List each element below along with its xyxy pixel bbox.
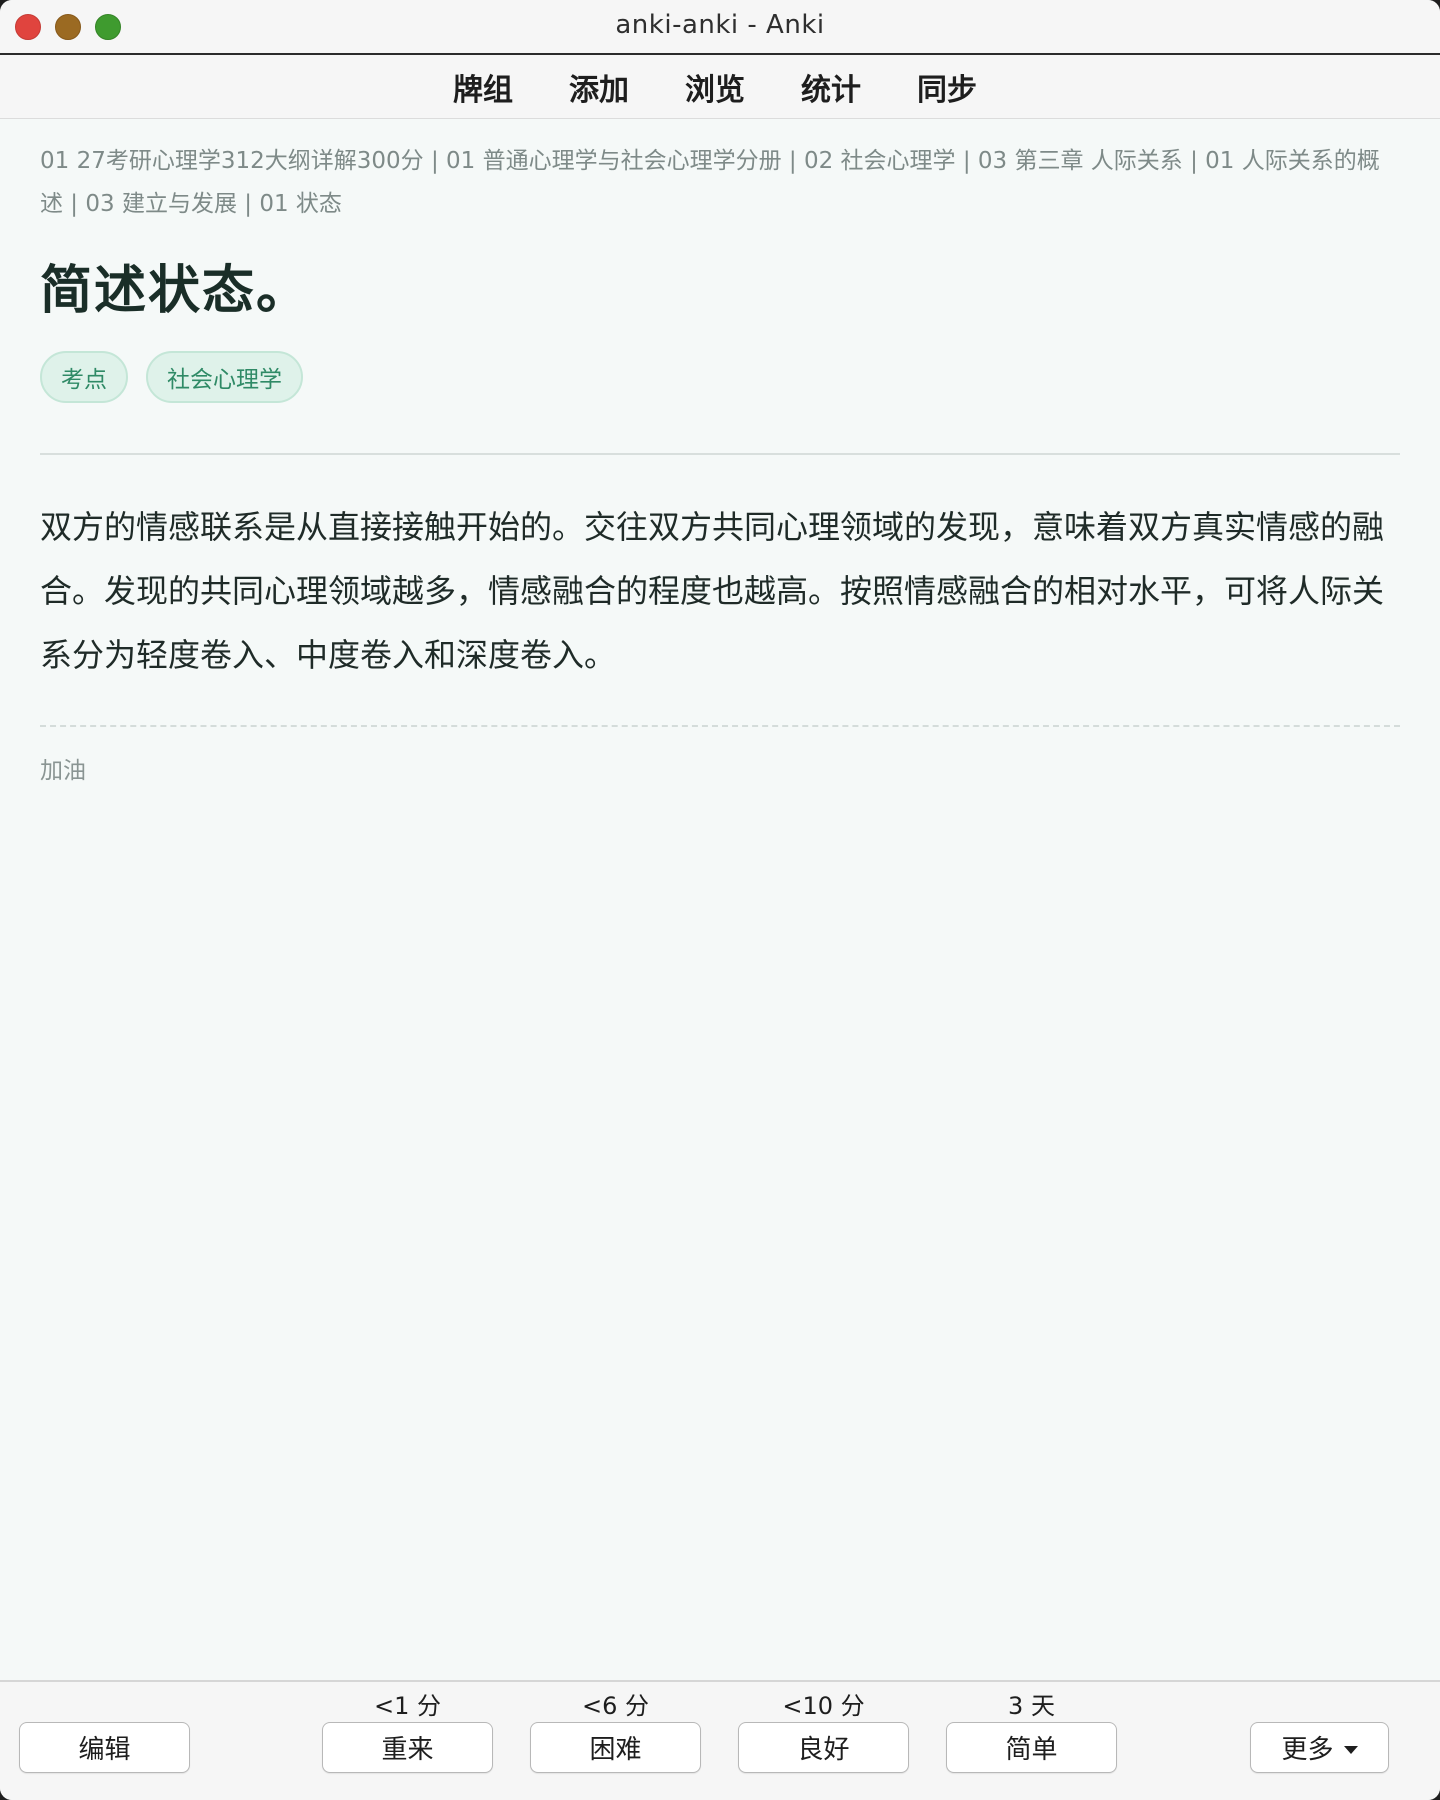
tag-list: 考点 社会心理学	[40, 351, 1400, 403]
easy-button[interactable]: 简单	[946, 1722, 1117, 1773]
review-bottom-bar: 编辑 <1 分 重来 <6 分 困难 <10 分 良好 3 天 简单 更多	[0, 1680, 1440, 1800]
again-interval: <1 分	[373, 1692, 441, 1720]
extra-divider	[40, 725, 1400, 727]
easy-interval: 3 天	[1008, 1692, 1055, 1720]
tag-chip: 社会心理学	[146, 351, 303, 403]
anki-window: anki-anki - Anki 牌组 添加 浏览 统计 同步 01 27考研心…	[0, 0, 1440, 1800]
good-button[interactable]: 良好	[738, 1722, 909, 1773]
answer-divider	[40, 453, 1400, 455]
hard-button[interactable]: 困难	[530, 1722, 701, 1773]
more-button[interactable]: 更多	[1250, 1722, 1389, 1773]
window-title: anki-anki - Anki	[615, 10, 825, 40]
title-bar: anki-anki - Anki	[0, 0, 1440, 55]
toolbar-add[interactable]: 添加	[569, 65, 629, 109]
main-toolbar: 牌组 添加 浏览 统计 同步	[0, 55, 1440, 119]
toolbar-decks[interactable]: 牌组	[453, 65, 513, 109]
more-button-label: 更多	[1281, 1735, 1334, 1765]
good-interval: <10 分	[782, 1692, 865, 1720]
card-content: 01 27考研心理学312大纲详解300分 | 01 普通心理学与社会心理学分册…	[40, 140, 1400, 785]
toolbar-browse[interactable]: 浏览	[685, 65, 745, 109]
card-question: 简述状态。	[40, 261, 311, 321]
toolbar-stats[interactable]: 统计	[801, 65, 861, 109]
deck-breadcrumb: 01 27考研心理学312大纲详解300分 | 01 普通心理学与社会心理学分册…	[40, 148, 1380, 217]
hard-interval: <6 分	[581, 1692, 649, 1720]
card-answer: 双方的情感联系是从直接接触开始的。交往双方共同心理领域的发现，意味着双方真实情感…	[40, 508, 1385, 674]
caret-down-icon	[1343, 1745, 1358, 1754]
again-button[interactable]: 重来	[322, 1722, 493, 1773]
tag-chip: 考点	[40, 351, 128, 403]
card-extra: 加油	[40, 758, 86, 784]
edit-button[interactable]: 编辑	[19, 1722, 190, 1773]
toolbar-sync[interactable]: 同步	[917, 65, 977, 109]
